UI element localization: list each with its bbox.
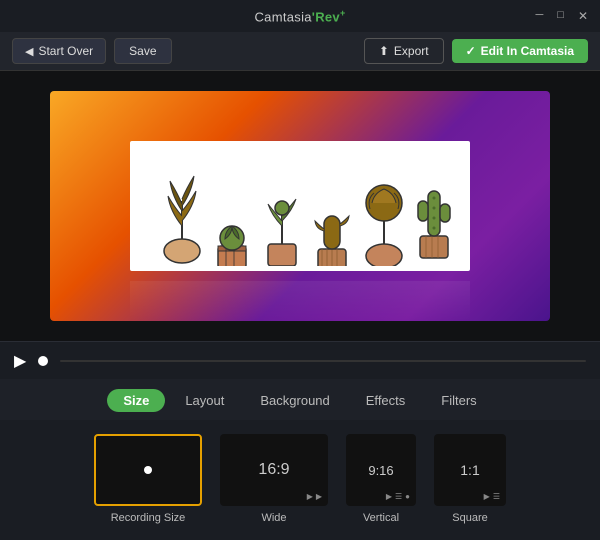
checkmark-icon: ✓ bbox=[466, 44, 476, 58]
square-icon-2: ☰ bbox=[493, 492, 500, 501]
square-ratio: 1:1 bbox=[460, 462, 479, 478]
vertical-icon-2: ☰ bbox=[395, 492, 402, 501]
square-icon-1: ▶ bbox=[484, 492, 490, 501]
timeline-cursor[interactable] bbox=[38, 356, 48, 366]
size-card-wide-label: Wide bbox=[261, 512, 286, 524]
save-button[interactable]: Save bbox=[114, 38, 171, 64]
size-card-square-inner: 1:1 ▶ ☰ bbox=[434, 434, 506, 506]
edit-camtasia-label: Edit In Camtasia bbox=[481, 44, 574, 58]
tab-size[interactable]: Size bbox=[107, 389, 165, 412]
size-card-recording[interactable]: Recording Size bbox=[94, 434, 202, 524]
start-over-button[interactable]: ◀ Start Over bbox=[12, 38, 106, 64]
preview-canvas bbox=[50, 91, 550, 321]
app-title: Camtasia'Rev+ bbox=[254, 8, 345, 24]
wide-icons: ▶ ▶ bbox=[307, 492, 322, 501]
export-icon: ⬆ bbox=[379, 44, 389, 58]
tab-layout[interactable]: Layout bbox=[169, 389, 240, 412]
square-icons: ▶ ☰ bbox=[484, 492, 500, 501]
play-button[interactable]: ▶ bbox=[14, 351, 26, 371]
size-card-square[interactable]: 1:1 ▶ ☰ Square bbox=[434, 434, 506, 524]
size-card-wide-inner: 16:9 ▶ ▶ bbox=[220, 434, 328, 506]
size-card-square-label: Square bbox=[452, 512, 487, 524]
preview-white-card bbox=[130, 141, 470, 271]
vertical-icons: ▶ ☰ ● bbox=[386, 492, 410, 501]
tab-filters[interactable]: Filters bbox=[425, 389, 492, 412]
vertical-icon-1: ▶ bbox=[386, 492, 392, 501]
edit-in-camtasia-button[interactable]: ✓ Edit In Camtasia bbox=[452, 39, 588, 63]
back-arrow-icon: ◀ bbox=[25, 45, 33, 58]
size-card-vertical-inner: 9:16 ▶ ☰ ● bbox=[346, 434, 416, 506]
size-card-recording-label: Recording Size bbox=[111, 512, 186, 524]
preview-area bbox=[0, 71, 600, 341]
playback-bar: ▶ bbox=[0, 341, 600, 379]
size-options: Recording Size 16:9 ▶ ▶ Wide 9:16 ▶ ☰ ● … bbox=[0, 420, 600, 540]
titlebar: Camtasia'Rev+ ─ □ ✕ bbox=[0, 0, 600, 32]
wide-ratio: 16:9 bbox=[258, 461, 289, 479]
minimize-button[interactable]: ─ bbox=[535, 9, 543, 23]
window-controls[interactable]: ─ □ ✕ bbox=[535, 9, 588, 23]
toolbar: ◀ Start Over Save ⬆ Export ✓ Edit In Cam… bbox=[0, 32, 600, 71]
toolbar-right: ⬆ Export ✓ Edit In Camtasia bbox=[364, 38, 588, 64]
tab-effects[interactable]: Effects bbox=[350, 389, 422, 412]
size-card-vertical-label: Vertical bbox=[363, 512, 399, 524]
close-button[interactable]: ✕ bbox=[578, 9, 588, 23]
wide-icon-1: ▶ bbox=[307, 492, 313, 501]
export-button[interactable]: ⬆ Export bbox=[364, 38, 444, 64]
preview-reflection bbox=[130, 281, 470, 321]
vertical-icon-3: ● bbox=[405, 492, 410, 501]
tab-background[interactable]: Background bbox=[244, 389, 345, 412]
timeline-track[interactable] bbox=[60, 360, 586, 362]
size-card-recording-inner bbox=[94, 434, 202, 506]
plants-illustration bbox=[140, 146, 460, 266]
size-card-vertical[interactable]: 9:16 ▶ ☰ ● Vertical bbox=[346, 434, 416, 524]
save-label: Save bbox=[129, 44, 156, 58]
export-label: Export bbox=[394, 44, 429, 58]
recording-dot bbox=[144, 466, 152, 474]
restore-button[interactable]: □ bbox=[557, 9, 564, 23]
size-card-wide[interactable]: 16:9 ▶ ▶ Wide bbox=[220, 434, 328, 524]
start-over-label: Start Over bbox=[38, 44, 93, 58]
vertical-ratio: 9:16 bbox=[368, 463, 393, 478]
app-title-accent: 'Rev bbox=[312, 9, 340, 24]
tabs-area: Size Layout Background Effects Filters bbox=[0, 379, 600, 420]
wide-icon-2: ▶ bbox=[316, 492, 322, 501]
